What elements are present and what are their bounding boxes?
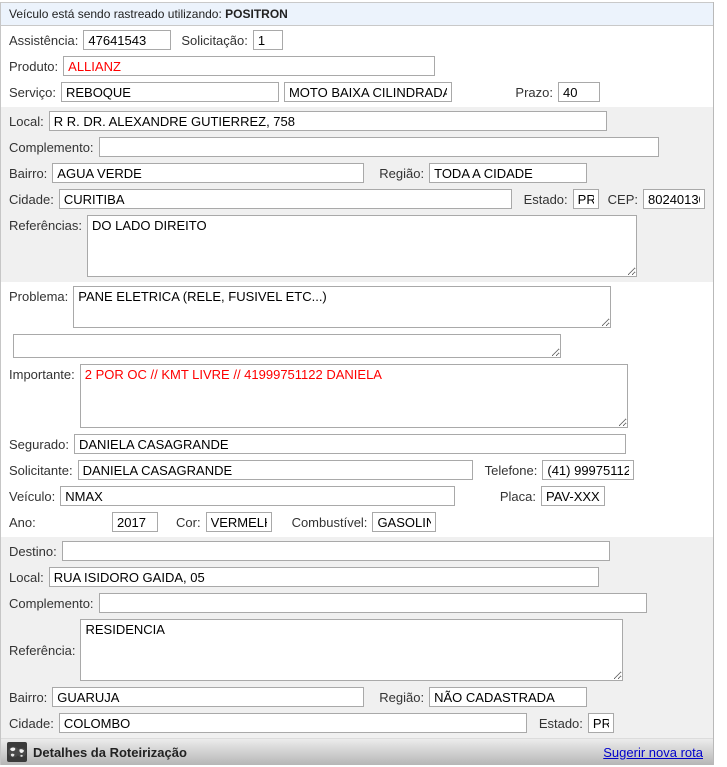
destino-input[interactable] xyxy=(62,541,610,561)
bairro-destino-input[interactable] xyxy=(52,687,364,707)
cidade-destino-label: Cidade: xyxy=(9,716,54,731)
solicitante-label: Solicitante: xyxy=(9,463,73,478)
placa-input[interactable] xyxy=(541,486,605,506)
ano-input[interactable] xyxy=(112,512,158,532)
referencias-origem-label: Referências: xyxy=(9,215,82,233)
destino-label: Destino: xyxy=(9,544,57,559)
row-servico: Serviço: Prazo: xyxy=(1,79,713,105)
local-destino-input[interactable] xyxy=(49,567,599,587)
assistencia-input[interactable] xyxy=(83,30,171,50)
telefone-label: Telefone: xyxy=(485,463,538,478)
veiculo-input[interactable] xyxy=(60,486,455,506)
row-referencia-destino: Referência: RESIDENCIA xyxy=(1,616,713,684)
produto-input[interactable] xyxy=(63,56,435,76)
row-produto: Produto: xyxy=(1,53,713,79)
section-problem-vehicle: Problema: PANE ELETRICA (RELE, FUSIVEL E… xyxy=(1,282,713,537)
solicitacao-input[interactable] xyxy=(253,30,283,50)
referencia-destino-textarea[interactable]: RESIDENCIA xyxy=(80,619,623,681)
cidade-origem-label: Cidade: xyxy=(9,192,54,207)
section-destination-address: Destino: Local: Complemento: Referência:… xyxy=(1,537,713,738)
world-map-icon xyxy=(7,742,27,762)
servico-tipo-input[interactable] xyxy=(284,82,452,102)
suggest-new-route-link[interactable]: Sugerir nova rota xyxy=(603,745,703,760)
prazo-label: Prazo: xyxy=(515,85,553,100)
observacao-textarea[interactable] xyxy=(13,334,561,358)
row-local-origem: Local: xyxy=(1,108,713,134)
cidade-destino-input[interactable] xyxy=(59,713,527,733)
row-referencias-origem: Referências: DO LADO DIREITO xyxy=(1,212,713,280)
complemento-destino-label: Complemento: xyxy=(9,596,94,611)
problema-textarea[interactable]: PANE ELETRICA (RELE, FUSIVEL ETC...) xyxy=(73,286,611,328)
problema-label: Problema: xyxy=(9,286,68,304)
section-origin-address: Local: Complemento: Bairro: Região: Cida… xyxy=(1,107,713,282)
row-veiculo: Veículo: Placa: xyxy=(1,483,713,509)
combustivel-label: Combustível: xyxy=(292,515,368,530)
regiao-origem-label: Região: xyxy=(379,166,424,181)
placa-label: Placa: xyxy=(500,489,536,504)
cidade-origem-input[interactable] xyxy=(59,189,512,209)
row-segurado: Segurado: xyxy=(1,431,713,457)
regiao-destino-input[interactable] xyxy=(429,687,587,707)
servico-input[interactable] xyxy=(61,82,279,102)
importante-textarea[interactable]: 2 POR OC // KMT LIVRE // 41999751122 DAN… xyxy=(80,364,628,428)
segurado-label: Segurado: xyxy=(9,437,69,452)
complemento-origem-input[interactable] xyxy=(99,137,659,157)
servico-label: Serviço: xyxy=(9,85,56,100)
tracking-provider: POSITRON xyxy=(225,7,288,21)
referencia-destino-label: Referência: xyxy=(9,643,75,658)
prazo-input[interactable] xyxy=(558,82,600,102)
solicitacao-label: Solicitação: xyxy=(181,33,247,48)
row-bairro-destino: Bairro: Região: xyxy=(1,684,713,710)
regiao-destino-label: Região: xyxy=(379,690,424,705)
complemento-origem-label: Complemento: xyxy=(9,140,94,155)
cor-input[interactable] xyxy=(206,512,272,532)
estado-destino-label: Estado: xyxy=(539,716,583,731)
row-assistencia: Assistência: Solicitação: xyxy=(1,27,713,53)
bairro-origem-input[interactable] xyxy=(52,163,364,183)
cor-label: Cor: xyxy=(176,515,201,530)
row-local-destino: Local: xyxy=(1,564,713,590)
produto-label: Produto: xyxy=(9,59,58,74)
regiao-origem-input[interactable] xyxy=(429,163,587,183)
local-destino-label: Local: xyxy=(9,570,44,585)
tracking-banner-text: Veículo está sendo rastreado utilizando: xyxy=(9,7,222,21)
local-origem-input[interactable] xyxy=(49,111,607,131)
tracking-banner: Veículo está sendo rastreado utilizando:… xyxy=(1,2,713,26)
assistencia-label: Assistência: xyxy=(9,33,78,48)
ano-label: Ano: xyxy=(9,515,107,530)
local-origem-label: Local: xyxy=(9,114,44,129)
row-cidade-origem: Cidade: Estado: CEP: xyxy=(1,186,713,212)
estado-origem-input[interactable] xyxy=(573,189,599,209)
bairro-origem-label: Bairro: xyxy=(9,166,47,181)
row-importante: Importante: 2 POR OC // KMT LIVRE // 419… xyxy=(1,361,713,431)
row-observacao xyxy=(1,331,713,361)
row-problema: Problema: PANE ELETRICA (RELE, FUSIVEL E… xyxy=(1,283,713,331)
row-complemento-destino: Complemento: xyxy=(1,590,713,616)
row-solicitante: Solicitante: Telefone: xyxy=(1,457,713,483)
importante-label: Importante: xyxy=(9,364,75,382)
row-bairro-origem: Bairro: Região: xyxy=(1,160,713,186)
assistance-form: Veículo está sendo rastreado utilizando:… xyxy=(0,2,714,765)
estado-origem-label: Estado: xyxy=(524,192,568,207)
bairro-destino-label: Bairro: xyxy=(9,690,47,705)
row-cidade-destino: Cidade: Estado: xyxy=(1,710,713,736)
segurado-input[interactable] xyxy=(74,434,626,454)
routing-details-title: Detalhes da Roteirização xyxy=(33,745,187,760)
estado-destino-input[interactable] xyxy=(588,713,614,733)
solicitante-input[interactable] xyxy=(78,460,473,480)
row-destino: Destino: xyxy=(1,538,713,564)
veiculo-label: Veículo: xyxy=(9,489,55,504)
combustivel-input[interactable] xyxy=(372,512,436,532)
section-assistance: Assistência: Solicitação: Produto: Servi… xyxy=(1,26,713,107)
telefone-input[interactable] xyxy=(542,460,634,480)
row-ano-cor-combustivel: Ano: Cor: Combustível: xyxy=(1,509,713,535)
complemento-destino-input[interactable] xyxy=(99,593,647,613)
routing-details-bar: Detalhes da Roteirização Sugerir nova ro… xyxy=(1,738,713,765)
cep-origem-input[interactable] xyxy=(643,189,705,209)
row-complemento-origem: Complemento: xyxy=(1,134,713,160)
referencias-origem-textarea[interactable]: DO LADO DIREITO xyxy=(87,215,637,277)
cep-origem-label: CEP: xyxy=(608,192,638,207)
